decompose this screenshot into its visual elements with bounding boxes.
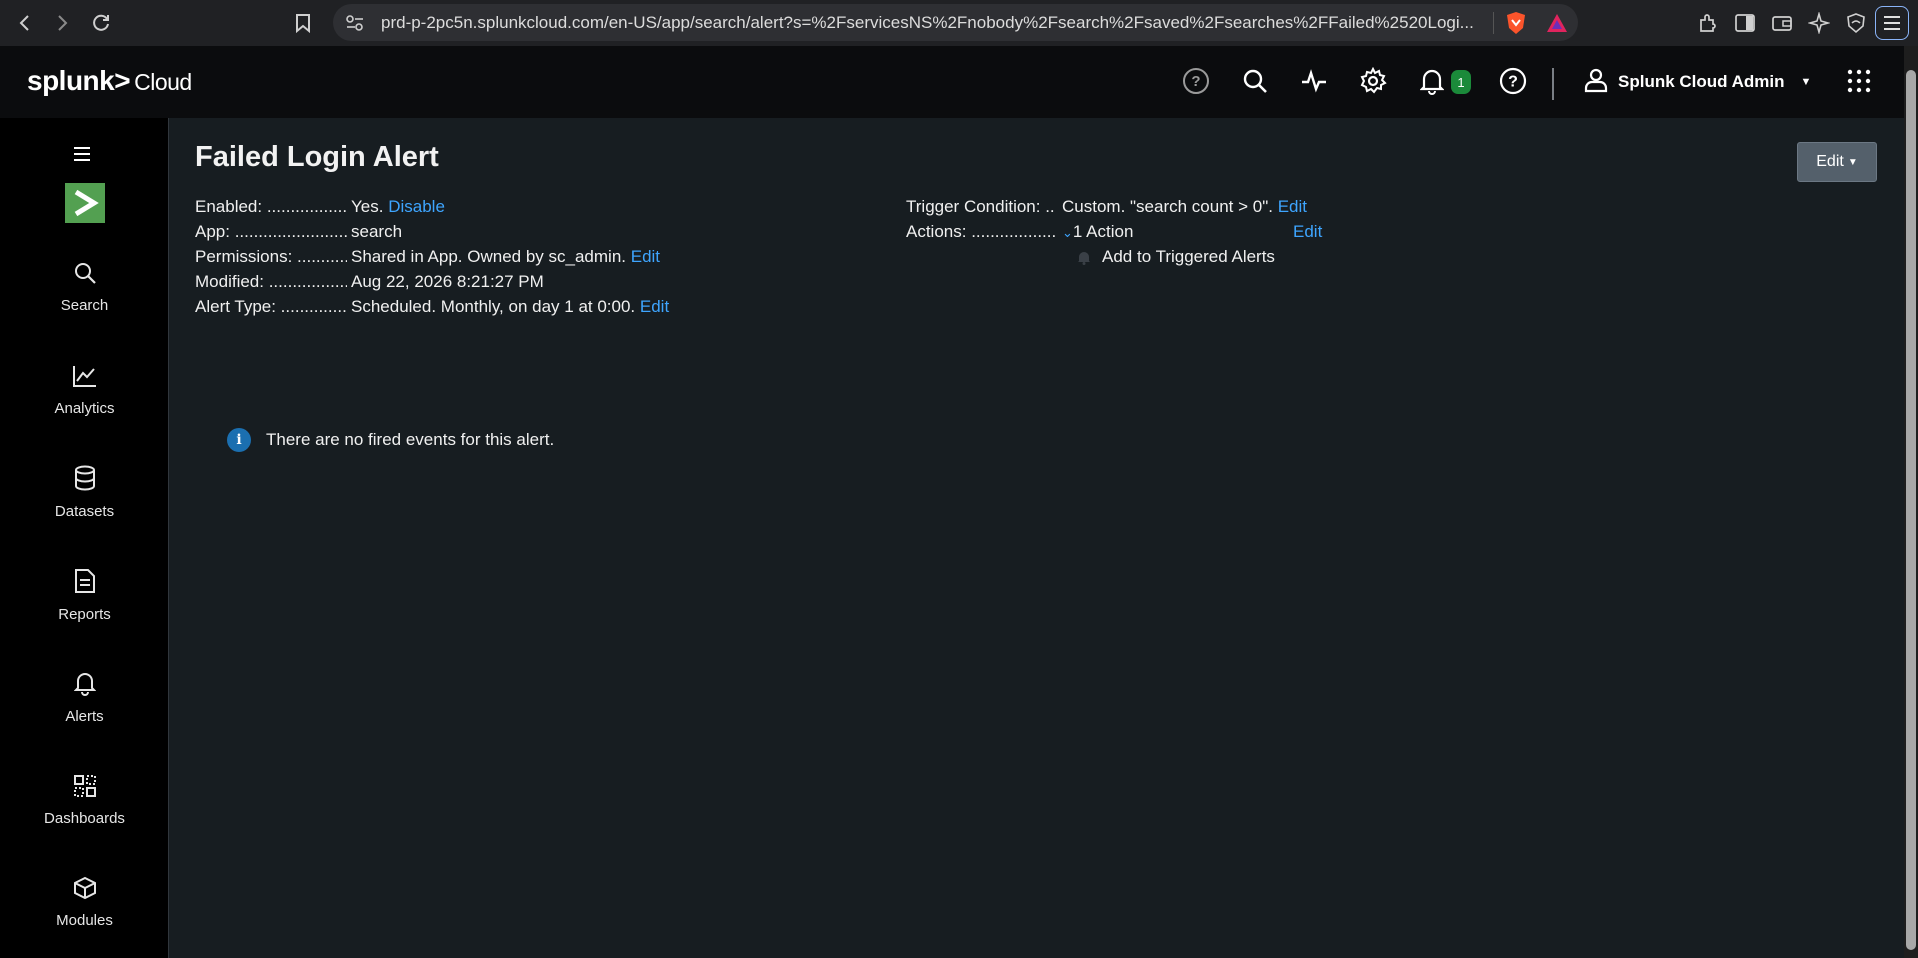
svg-text:?: ? <box>1508 74 1518 91</box>
sidebar-item-modules[interactable]: Modules <box>0 862 169 942</box>
extensions-icon[interactable] <box>1693 8 1723 38</box>
user-icon <box>1584 67 1608 98</box>
permissions-edit-link[interactable]: Edit <box>631 247 660 266</box>
analytics-icon <box>72 364 98 392</box>
activity-icon[interactable] <box>1297 64 1331 98</box>
enabled-value: Yes. <box>351 197 384 216</box>
user-menu[interactable]: Splunk Cloud Admin ▼ <box>1584 66 1811 98</box>
actions-toggle[interactable]: ⌄1 Action <box>1062 222 1133 242</box>
help-icon[interactable]: ? <box>1496 64 1530 98</box>
app-label: App: ............................ <box>195 222 347 241</box>
actions-value: 1 Action <box>1072 222 1134 241</box>
app-header: splunk> Cloud ? 1 ? Splunk Cloud Admin ▼ <box>0 46 1904 118</box>
wallet-icon[interactable] <box>1767 8 1797 38</box>
chevron-down-icon: ⌄ <box>1062 225 1073 240</box>
trigger-edit-link[interactable]: Edit <box>1278 197 1307 216</box>
trigger-condition-value: Custom. "search count > 0". <box>1062 197 1273 216</box>
brave-rewards-icon[interactable] <box>1545 12 1569 39</box>
back-icon[interactable] <box>8 6 42 40</box>
no-events-text: There are no fired events for this alert… <box>266 430 555 449</box>
sidebar-item-label: Datasets <box>54 502 115 520</box>
caret-down-icon: ▼ <box>1847 156 1858 168</box>
logo-text: splunk> <box>27 65 131 96</box>
brave-shield-icon[interactable] <box>1505 11 1527 40</box>
svg-text:?: ? <box>1191 73 1200 90</box>
alerts-bell-icon <box>73 670 96 700</box>
sidebar-item-label: Dashboards <box>44 809 125 827</box>
sidebar-item-label: Analytics <box>54 399 115 417</box>
sidebar-item-label: Reports <box>58 605 111 623</box>
actions-label: Actions: ..................... <box>906 222 1056 241</box>
logo-suffix: Cloud <box>134 69 192 95</box>
scrollbar-thumb[interactable] <box>1906 70 1916 950</box>
sidebar-item-alerts[interactable]: Alerts <box>0 657 169 737</box>
action-item-label: Add to Triggered Alerts <box>1102 247 1275 266</box>
permissions-label: Permissions: ............ <box>195 247 347 266</box>
sidebar-item-label: Modules <box>56 911 113 929</box>
site-settings-icon[interactable] <box>345 14 365 37</box>
settings-gear-icon[interactable] <box>1356 64 1390 98</box>
edit-dropdown-button[interactable]: Edit ▼ <box>1797 142 1877 182</box>
trigger-value-group: Custom. "search count > 0". Edit <box>1062 197 1307 217</box>
sidebar-item-reports[interactable]: Reports <box>0 555 169 635</box>
trigger-condition-label: Trigger Condition: .. <box>906 197 1055 216</box>
chevron-down-icon: ▼ <box>1800 76 1812 88</box>
main-content: Failed Login Alert Edit ▼ Enabled: .....… <box>170 118 1904 958</box>
edit-button-label: Edit <box>1816 153 1844 170</box>
dashboards-icon <box>73 774 97 802</box>
notification-badge[interactable]: 1 <box>1451 70 1471 94</box>
enabled-label: Enabled: .................... <box>195 197 347 216</box>
url-text: prd-p-2pc5n.splunkcloud.com/en-US/app/se… <box>381 13 1474 32</box>
sidebar-item-label: Alerts <box>65 707 104 725</box>
browser-menu-icon[interactable] <box>1875 6 1909 40</box>
sidebar-item-label: Search <box>60 296 109 314</box>
alert-type-label: Alert Type: ................ <box>195 297 347 316</box>
leo-ai-icon[interactable] <box>1804 8 1834 38</box>
search-icon[interactable] <box>1238 64 1272 98</box>
alert-type-edit-link[interactable]: Edit <box>640 297 669 316</box>
hamburger-menu-icon[interactable] <box>73 142 91 168</box>
modules-icon <box>73 876 97 904</box>
sidebar-toggle-icon[interactable] <box>1730 8 1760 38</box>
enabled-value-group: Yes. Disable <box>351 197 445 217</box>
info-icon: i <box>227 428 251 452</box>
permissions-value: Shared in App. Owned by sc_admin. <box>351 247 626 266</box>
address-bar[interactable]: prd-p-2pc5n.splunkcloud.com/en-US/app/se… <box>333 4 1578 41</box>
reload-icon[interactable] <box>84 6 118 40</box>
disable-link[interactable]: Disable <box>388 197 445 216</box>
apps-grid-icon[interactable] <box>1842 64 1876 98</box>
sidebar-item-search[interactable]: Search <box>0 247 169 327</box>
help-circle-icon[interactable]: ? <box>1179 64 1213 98</box>
page-title: Failed Login Alert <box>195 141 439 173</box>
actions-edit-link[interactable]: Edit <box>1293 222 1322 242</box>
alert-type-value: Scheduled. Monthly, on day 1 at 0:00. <box>351 297 636 316</box>
bell-icon <box>1076 249 1092 270</box>
no-events-message: i There are no fired events for this ale… <box>227 428 554 452</box>
user-name: Splunk Cloud Admin <box>1618 72 1785 91</box>
app-sidebar: Search Analytics Datasets Reports Alerts… <box>0 118 169 958</box>
app-value: search <box>351 222 403 241</box>
vpn-icon[interactable] <box>1841 8 1871 38</box>
sidebar-item-dashboards[interactable]: Dashboards <box>0 760 169 840</box>
notifications-bell-icon[interactable] <box>1415 64 1449 98</box>
search-app-icon[interactable] <box>65 183 105 223</box>
url-divider <box>1493 12 1494 34</box>
splunk-logo[interactable]: splunk> Cloud <box>27 65 192 97</box>
sidebar-item-datasets[interactable]: Datasets <box>0 452 169 532</box>
search-icon <box>73 261 97 289</box>
page-scrollbar[interactable] <box>1904 46 1918 958</box>
alert-type-value-group: Scheduled. Monthly, on day 1 at 0:00. Ed… <box>351 297 669 317</box>
sidebar-item-analytics[interactable]: Analytics <box>0 350 169 430</box>
header-divider <box>1552 68 1554 100</box>
reports-icon <box>74 568 96 598</box>
browser-toolbar: prd-p-2pc5n.splunkcloud.com/en-US/app/se… <box>0 0 1918 46</box>
modified-value: Aug 22, 2026 8:21:27 PM <box>351 272 544 291</box>
bookmark-icon[interactable] <box>286 6 320 40</box>
modified-label: Modified: ................... <box>195 272 347 291</box>
permissions-value-group: Shared in App. Owned by sc_admin. Edit <box>351 247 660 267</box>
forward-icon[interactable] <box>45 6 79 40</box>
datasets-icon <box>74 465 96 495</box>
